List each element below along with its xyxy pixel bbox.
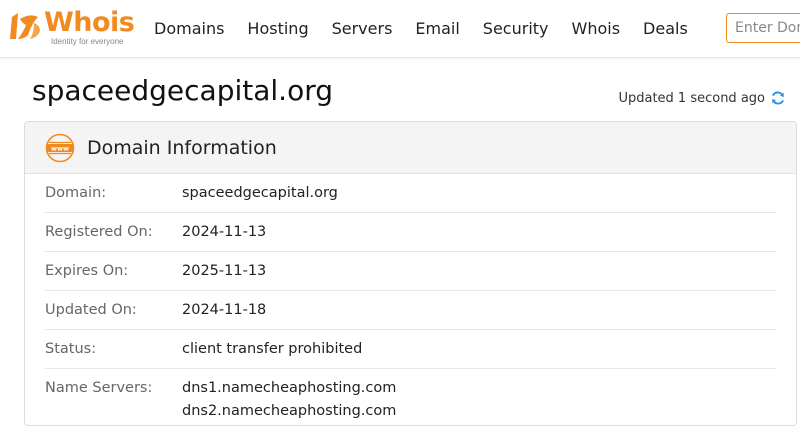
nav-servers[interactable]: Servers — [332, 19, 393, 38]
refresh-icon[interactable] — [770, 90, 786, 106]
info-row-status: Status: client transfer prohibited — [45, 330, 776, 369]
nav-hosting[interactable]: Hosting — [247, 19, 308, 38]
nav-email[interactable]: Email — [415, 19, 459, 38]
info-label: Domain: — [45, 185, 107, 201]
svg-text:www: www — [51, 144, 69, 152]
info-label: Status: — [45, 341, 97, 357]
info-value: 2025-11-13 — [182, 263, 267, 279]
logo-mark-icon — [10, 13, 40, 39]
domain-info-card: www Domain Information Domain: spaceedge… — [24, 121, 797, 426]
nav-whois[interactable]: Whois — [572, 19, 621, 38]
updated-status: Updated 1 second ago — [618, 90, 786, 106]
info-row-expires: Expires On: 2025-11-13 — [45, 252, 776, 291]
info-label: Registered On: — [45, 224, 153, 240]
www-icon: www — [45, 133, 75, 162]
updated-text: Updated 1 second ago — [618, 90, 765, 106]
info-row-updated: Updated On: 2024-11-18 — [45, 291, 776, 330]
card-header: www Domain Information — [25, 122, 796, 174]
name-server-1: dns1.namecheaphosting.com — [182, 380, 397, 396]
info-value: 2024-11-18 — [182, 302, 267, 318]
site-header: Whois Identity for everyone Domains Host… — [0, 0, 800, 58]
info-label: Expires On: — [45, 263, 129, 279]
info-value: 2024-11-13 — [182, 224, 267, 240]
name-server-list: dns1.namecheaphosting.com dns2.namecheap… — [182, 377, 396, 423]
nav-security[interactable]: Security — [483, 19, 549, 38]
info-row-domain: Domain: spaceedgecapital.org — [45, 174, 776, 213]
logo-wordmark: Whois — [44, 7, 135, 38]
info-value: spaceedgecapital.org — [182, 185, 338, 201]
nav-domains[interactable]: Domains — [154, 19, 224, 38]
info-label: Name Servers: — [45, 380, 153, 396]
nav-deals[interactable]: Deals — [643, 19, 688, 38]
logo[interactable]: Whois Identity for everyone — [8, 7, 135, 49]
page-title: spaceedgecapital.org — [32, 74, 333, 107]
logo-tagline: Identity for everyone — [51, 37, 124, 46]
domain-search-input[interactable] — [726, 13, 800, 43]
info-label: Updated On: — [45, 302, 137, 318]
info-row-name-servers: Name Servers: dns1.namecheaphosting.com … — [45, 369, 776, 425]
card-title: Domain Information — [87, 136, 277, 159]
name-server-2: dns2.namecheaphosting.com — [182, 403, 397, 419]
main-nav: Domains Hosting Servers Email Security W… — [154, 0, 711, 57]
info-value: client transfer prohibited — [182, 341, 363, 357]
info-row-registered: Registered On: 2024-11-13 — [45, 213, 776, 252]
